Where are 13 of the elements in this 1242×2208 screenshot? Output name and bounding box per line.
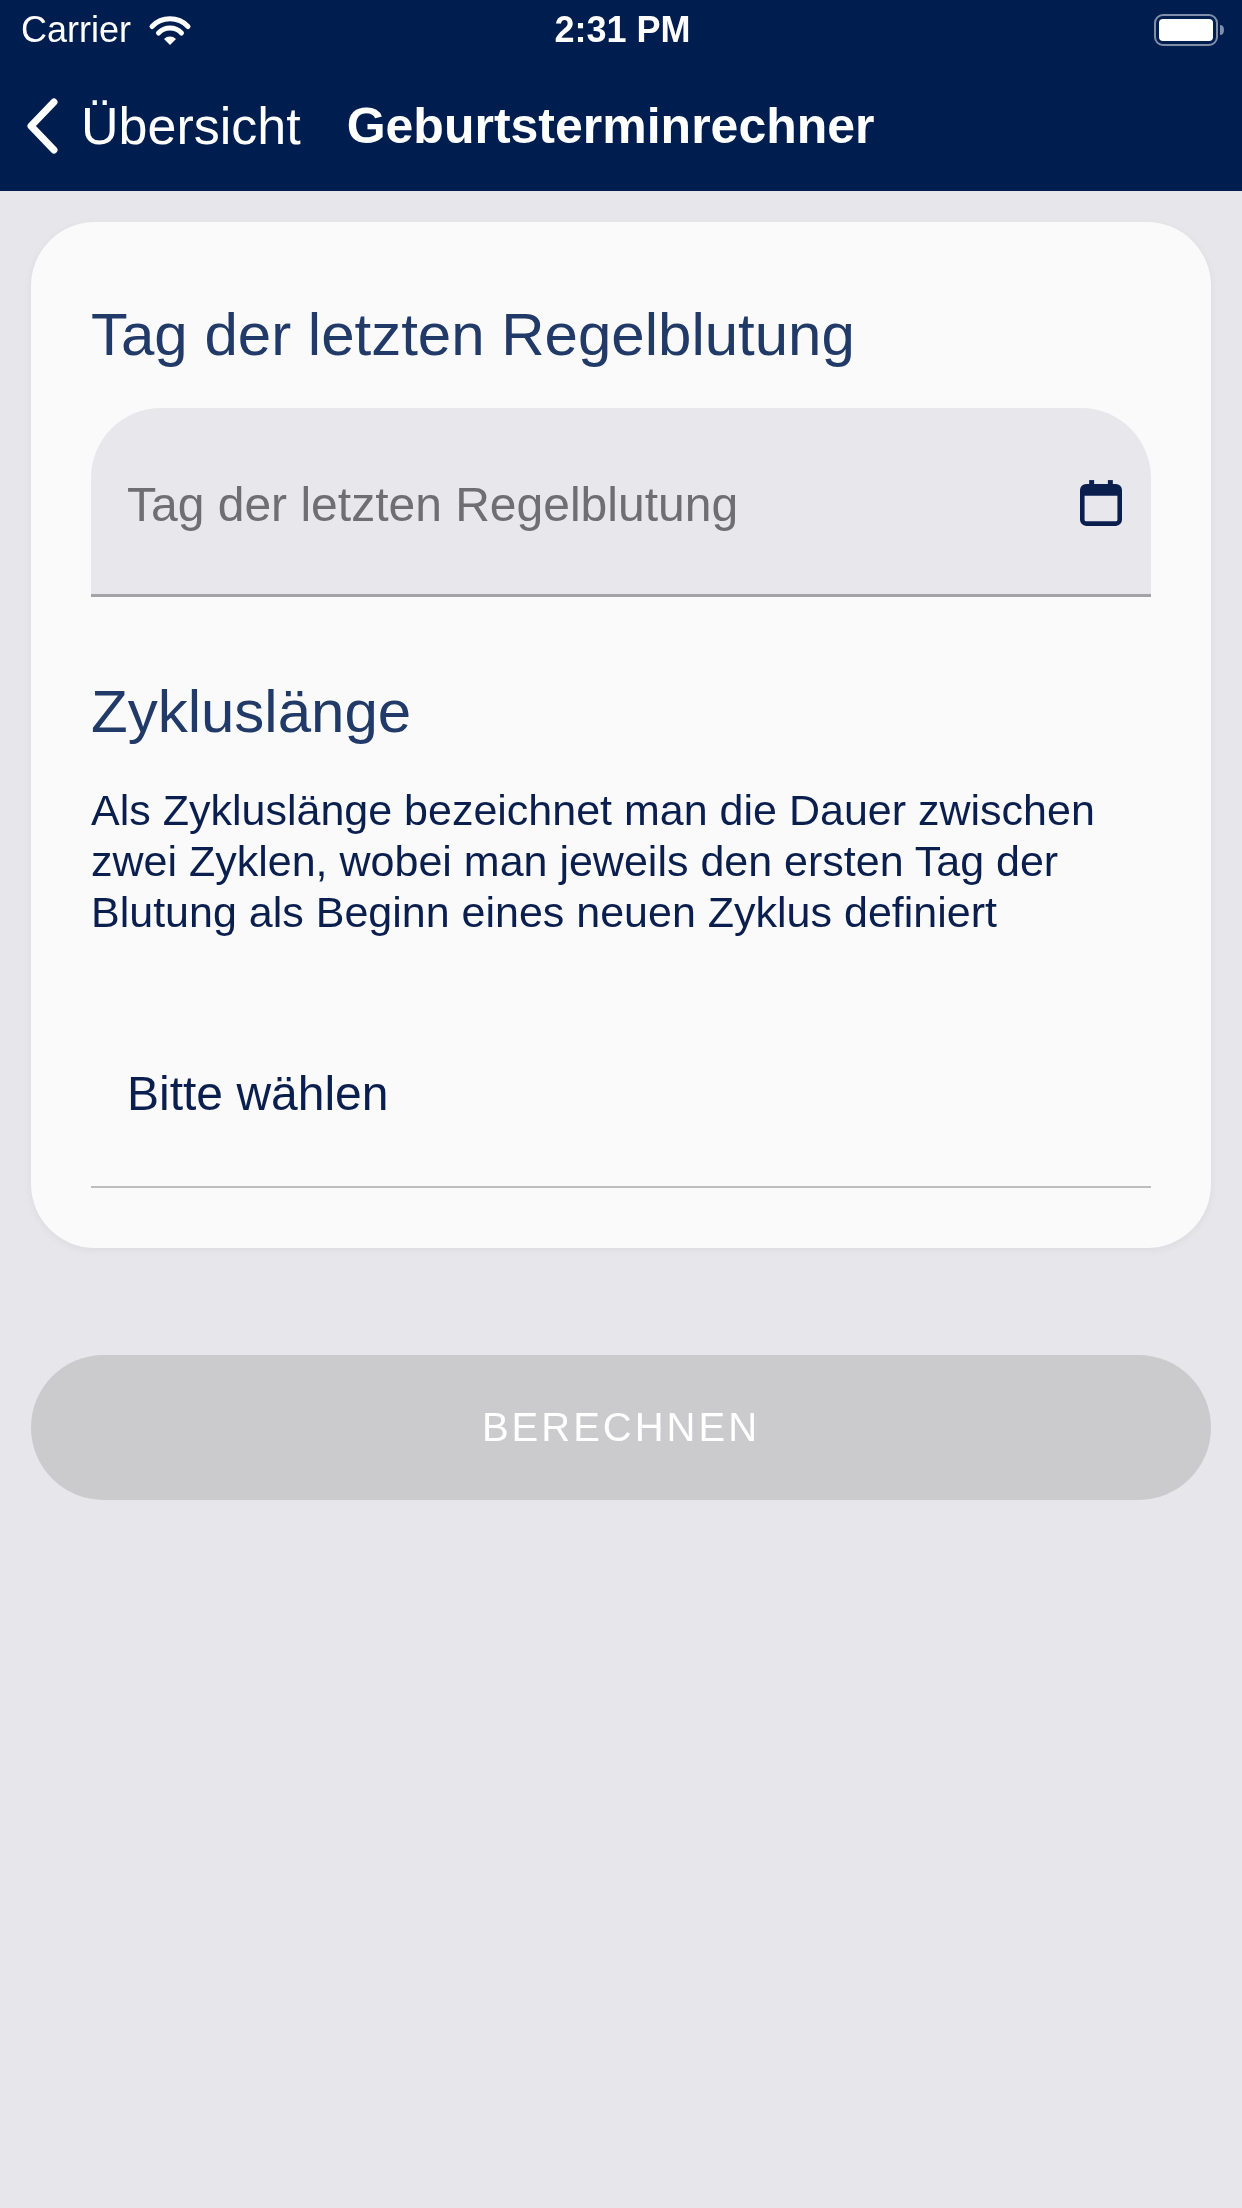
chevron-left-icon (24, 96, 60, 155)
carrier-label: Carrier (21, 9, 131, 51)
cycle-length-select[interactable]: Bitte wählen (91, 1000, 1151, 1188)
wifi-icon (148, 14, 192, 46)
section-heading: Tag der letzten Regelblutung (91, 300, 856, 370)
clock-time: 2:31 PM (554, 9, 691, 51)
battery-icon (1154, 14, 1224, 46)
back-button[interactable]: Übersicht (24, 95, 301, 156)
section-heading: Zykluslänge (91, 677, 413, 747)
page-title: Geburtsterminrechner (346, 96, 875, 155)
date-field[interactable]: Tag der letzten Regelblutung (91, 408, 1151, 597)
calendar-icon[interactable] (1080, 480, 1122, 526)
section-description: Als Zykluslänge bezeichnet man die Dauer zwischen zwei Zyklen, wobei man jeweils den ersten Tag der Blutung als Beginn eines neuen Zyklus definiert (91, 785, 1096, 938)
